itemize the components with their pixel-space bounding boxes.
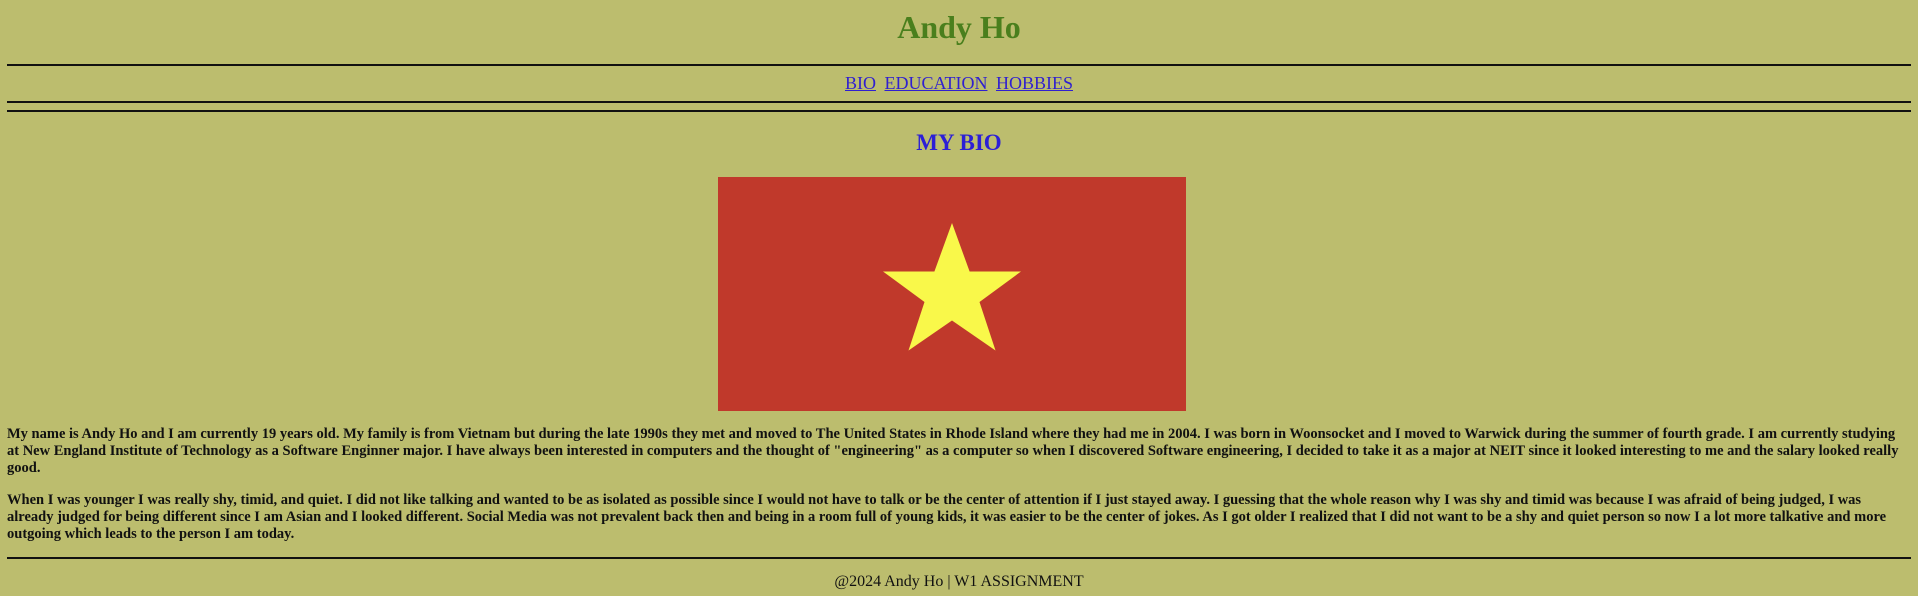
- site-title: Andy Ho: [897, 9, 1021, 45]
- bio-paragraph: When I was younger I was really shy, tim…: [7, 492, 1887, 542]
- nav-link-hobbies[interactable]: HOBBIES: [996, 73, 1073, 93]
- nav-link-bio[interactable]: BIO: [845, 73, 876, 93]
- divider: [7, 101, 1911, 103]
- nav-link-education[interactable]: EDUCATION: [884, 73, 987, 93]
- divider: [7, 110, 1911, 112]
- vietnam-flag-icon: [718, 177, 1186, 411]
- page: Andy Ho BIO EDUCATION HOBBIES MY BIO: [7, 0, 1911, 156]
- footer-text: @2024 Andy Ho | W1 ASSIGNMENT: [834, 573, 1084, 590]
- bio-text: My name is Andy Ho and I am currently 19…: [7, 426, 1911, 558]
- vietnam-flag-image: [718, 177, 1186, 411]
- bio-paragraph: My name is Andy Ho and I am currently 19…: [7, 426, 1899, 476]
- main-nav: BIO EDUCATION HOBBIES: [7, 66, 1911, 101]
- footer-divider: [7, 557, 1911, 559]
- section-heading-bio: MY BIO: [916, 130, 1002, 155]
